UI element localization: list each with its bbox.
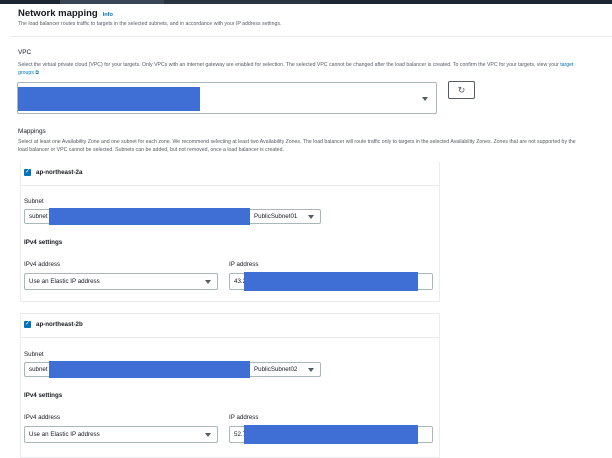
ip-address-label: IP address (229, 414, 259, 421)
vpc-label: VPC (18, 49, 32, 56)
chevron-down-icon (205, 280, 211, 284)
mappings-description: Select at least one Availability Zone an… (18, 139, 576, 153)
ipv4-address-select[interactable]: Use an Elastic IP address (24, 273, 218, 290)
ipv4-settings-label: IPv4 settings (24, 239, 63, 246)
zone-header: ✓ ap-northeast-2b (24, 321, 83, 328)
zone-card-ap-northeast-2b: ✓ ap-northeast-2b Subnet subnet PublicSu… (20, 313, 440, 458)
ip-address-select[interactable]: 52.7 (229, 425, 433, 444)
section-divider (10, 36, 612, 37)
chevron-down-icon (308, 215, 314, 219)
subnet-label: Subnet (24, 351, 44, 358)
zone-header: ✓ ap-northeast-2a (24, 169, 82, 176)
ipv4-address-select[interactable]: Use an Elastic IP address (24, 426, 218, 443)
subnet-name: PublicSubnet02 (254, 366, 298, 373)
zone-divider (21, 185, 439, 186)
zone-divider (21, 337, 439, 338)
zone-card-ap-northeast-2a: ✓ ap-northeast-2a Subnet subnet PublicSu… (20, 162, 440, 302)
subnet-select[interactable]: subnet PublicSubnet02 (24, 361, 321, 378)
subnet-select[interactable]: subnet PublicSubnet01 (24, 208, 321, 225)
vpc-description-text: Select the virtual private cloud (VPC) f… (18, 62, 559, 68)
section-description: The load balancer routes traffic to targ… (18, 21, 282, 27)
subnet-id-redacted (49, 361, 250, 378)
refresh-icon: ↻ (457, 84, 466, 95)
check-icon: ✓ (24, 321, 31, 327)
ipv4-settings-label: IPv4 settings (24, 392, 63, 399)
subnet-prefix: subnet (29, 366, 48, 373)
ip-address-select[interactable]: 43.2 (229, 272, 433, 291)
mappings-label: Mappings (18, 128, 46, 135)
ipv4-address-value: Use an Elastic IP address (29, 278, 100, 285)
subnet-prefix: subnet (29, 213, 48, 220)
check-icon: ✓ (24, 169, 31, 175)
ip-address-label: IP address (229, 261, 259, 268)
zone-name: ap-northeast-2b (36, 321, 83, 328)
ipv4-address-value: Use an Elastic IP address (29, 431, 100, 438)
external-link-icon: ⧉ (35, 70, 40, 76)
zone-checkbox[interactable]: ✓ (24, 321, 31, 328)
vpc-value-redacted (18, 87, 200, 111)
info-link[interactable]: Info (103, 12, 113, 18)
zone-name: ap-northeast-2a (36, 169, 83, 176)
section-title: Network mapping (18, 8, 98, 19)
ipv4-address-label: IPv4 address (24, 414, 61, 421)
refresh-vpc-button[interactable]: ↻ (448, 81, 475, 99)
network-mapping-panel: Network mapping Info The load balancer r… (10, 4, 612, 458)
ip-address-redacted (244, 425, 418, 444)
vpc-description: Select the virtual private cloud (VPC) f… (18, 61, 578, 77)
chevron-down-icon (205, 433, 211, 437)
section-header: Network mapping Info (18, 8, 113, 19)
zone-checkbox[interactable]: ✓ (24, 169, 31, 176)
chevron-down-icon (308, 368, 314, 372)
subnet-label: Subnet (24, 198, 44, 205)
subnet-name: PublicSubnet01 (254, 213, 298, 220)
ipv4-address-label: IPv4 address (24, 261, 61, 268)
chevron-down-icon (422, 97, 428, 101)
vpc-select[interactable] (17, 82, 437, 114)
subnet-id-redacted (49, 208, 250, 225)
ip-address-redacted (244, 272, 418, 291)
